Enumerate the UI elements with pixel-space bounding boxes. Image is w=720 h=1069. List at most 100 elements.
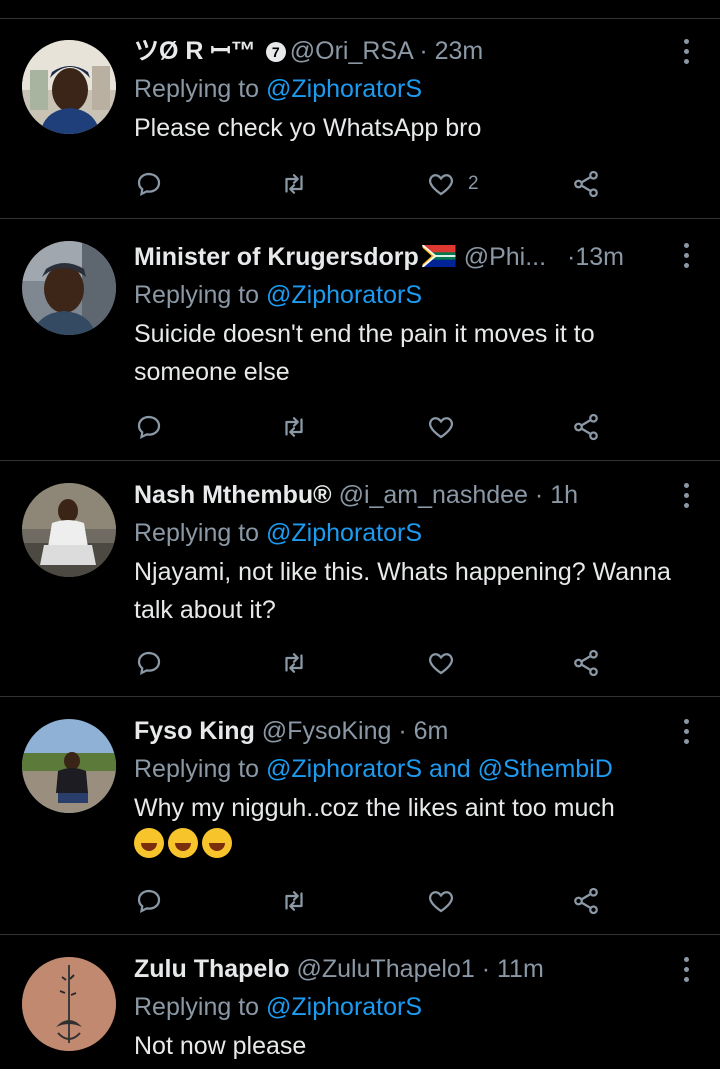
heart-icon <box>428 417 454 439</box>
more-options-icon[interactable] <box>682 243 690 273</box>
replying-to-label: Replying to <box>134 755 267 783</box>
tweet-header: Minister of Krugersdorp @Phi... ·13m <box>134 239 680 275</box>
tweet-text: Please check yo WhatsApp bro <box>134 114 482 142</box>
tweet-actions <box>134 881 614 921</box>
mention-link[interactable]: @ZiphoratorS <box>266 993 422 1021</box>
reply-feed: ツØ R ꟷ™ 7 @Ori_RSA · 23m Replying to @Ziph… <box>0 0 720 1069</box>
like-button[interactable] <box>426 643 456 683</box>
tweet-text: Njayami, not like this. Whats happening?… <box>134 558 671 624</box>
tweet-text: Suicide doesn't end the pain it moves it… <box>134 320 595 386</box>
display-name[interactable]: Minister of Krugersdorp <box>134 243 419 271</box>
tweet-actions <box>134 643 614 683</box>
separator: · <box>534 481 544 509</box>
like-button[interactable]: 2 <box>426 164 479 204</box>
retweet-button[interactable] <box>279 407 309 447</box>
share-icon <box>574 887 598 915</box>
timestamp[interactable]: 23m <box>435 37 484 65</box>
reply-button[interactable] <box>134 164 164 204</box>
tweet-text: Not now please <box>134 1032 307 1060</box>
retweet-icon <box>285 891 303 911</box>
replying-to: Replying to @ZiphoratorS <box>134 513 680 553</box>
retweet-button[interactable] <box>279 643 309 683</box>
south-africa-flag-icon <box>421 245 456 267</box>
tweet-text: Why my nigguh..coz the likes aint too mu… <box>134 789 680 865</box>
like-button[interactable] <box>426 407 456 447</box>
replying-to: Replying to @ZiphoratorS <box>134 987 680 1027</box>
tweet[interactable]: Nash Mthembu® @i_am_nashdee · 1h Replyin… <box>0 461 720 697</box>
more-options-icon[interactable] <box>682 39 690 69</box>
share-button[interactable] <box>571 643 601 683</box>
username[interactable]: @Ori_RSA <box>290 37 413 65</box>
tweet[interactable]: Fyso King @FysoKing · 6m Replying to @Zi… <box>0 697 720 935</box>
replying-to-joiner: and <box>422 755 478 783</box>
display-name[interactable]: Fyso King <box>134 717 255 745</box>
retweet-button[interactable] <box>279 164 309 204</box>
avatar[interactable] <box>22 957 116 1051</box>
timestamp[interactable]: 13m <box>575 243 624 271</box>
avatar[interactable] <box>22 40 116 134</box>
username[interactable]: @i_am_nashdee <box>339 481 528 509</box>
replying-to-label: Replying to <box>134 519 267 547</box>
reply-icon <box>137 651 161 675</box>
replying-to-label: Replying to <box>134 75 267 103</box>
retweet-icon <box>285 653 303 673</box>
rolling-laughing-emoji-icon <box>168 828 198 858</box>
timestamp[interactable]: 6m <box>414 717 449 745</box>
rolling-laughing-emoji-icon <box>134 828 164 858</box>
like-count: 2 <box>468 173 479 194</box>
username[interactable]: @FysoKing <box>262 717 392 745</box>
share-button[interactable] <box>571 407 601 447</box>
avatar[interactable] <box>22 241 116 335</box>
like-button[interactable] <box>426 881 456 921</box>
retweet-button[interactable] <box>279 881 309 921</box>
mention-link[interactable]: @SthembiD <box>478 755 613 783</box>
tweet-header: ツØ R ꟷ™ 7 @Ori_RSA · 23m <box>134 33 680 69</box>
avatar[interactable] <box>22 483 116 577</box>
retweet-icon <box>285 174 303 194</box>
tweet-header: Fyso King @FysoKing · 6m <box>134 713 680 749</box>
tweet-header: Nash Mthembu® @i_am_nashdee · 1h <box>134 477 680 513</box>
reply-button[interactable] <box>134 643 164 683</box>
display-name[interactable]: Nash Mthembu® <box>134 481 332 509</box>
tweet[interactable]: ツØ R ꟷ™ 7 @Ori_RSA · 23m Replying to @Ziph… <box>0 19 720 219</box>
tweet-actions: 2 <box>134 164 614 204</box>
reply-icon <box>137 172 161 196</box>
tweet-header: Zulu Thapelo @ZuluThapelo1 · 11m <box>134 951 680 987</box>
replying-to: Replying to @ZiphoratorS <box>134 69 680 109</box>
separator: · <box>419 37 428 65</box>
reply-button[interactable] <box>134 881 164 921</box>
avatar[interactable] <box>22 719 116 813</box>
heart-icon <box>428 653 454 675</box>
replying-to-label: Replying to <box>134 281 267 309</box>
username[interactable]: @ZuluThapelo1 <box>297 955 475 983</box>
replying-to: Replying to @ZiphoratorS <box>134 275 680 315</box>
replying-to: Replying to @ZiphoratorS and @SthembiD <box>134 749 680 789</box>
share-button[interactable] <box>571 881 601 921</box>
more-options-icon[interactable] <box>682 483 690 513</box>
replying-to-label: Replying to <box>134 993 267 1021</box>
tweet[interactable]: Minister of Krugersdorp @Phi... ·13m Rep… <box>0 219 720 461</box>
username[interactable]: @Phi... <box>464 243 546 271</box>
tweet[interactable]: Zulu Thapelo @ZuluThapelo1 · 11m Replyin… <box>0 935 720 1069</box>
mention-link[interactable]: @ZiphoratorS <box>266 519 422 547</box>
display-name[interactable]: ツØ R ꟷ™ <box>134 37 256 65</box>
timestamp[interactable]: 1h <box>550 481 578 509</box>
heart-icon <box>428 174 454 196</box>
more-options-icon[interactable] <box>682 719 690 749</box>
reply-icon <box>137 889 161 913</box>
mention-link[interactable]: @ZiphoratorS <box>266 75 422 103</box>
tweet-actions <box>134 407 614 447</box>
display-name[interactable]: Zulu Thapelo <box>134 955 290 983</box>
rolling-laughing-emoji-icon <box>202 828 232 858</box>
timestamp[interactable]: 11m <box>497 955 544 983</box>
mention-link[interactable]: @ZiphoratorS <box>266 281 422 309</box>
reply-icon <box>137 415 161 439</box>
share-button[interactable] <box>571 164 601 204</box>
mention-link[interactable]: @ZiphoratorS <box>266 755 422 783</box>
heart-icon <box>428 891 454 913</box>
reply-button[interactable] <box>134 407 164 447</box>
separator: · <box>481 955 491 983</box>
share-icon <box>574 170 598 198</box>
more-options-icon[interactable] <box>682 957 690 987</box>
share-icon <box>574 413 598 441</box>
